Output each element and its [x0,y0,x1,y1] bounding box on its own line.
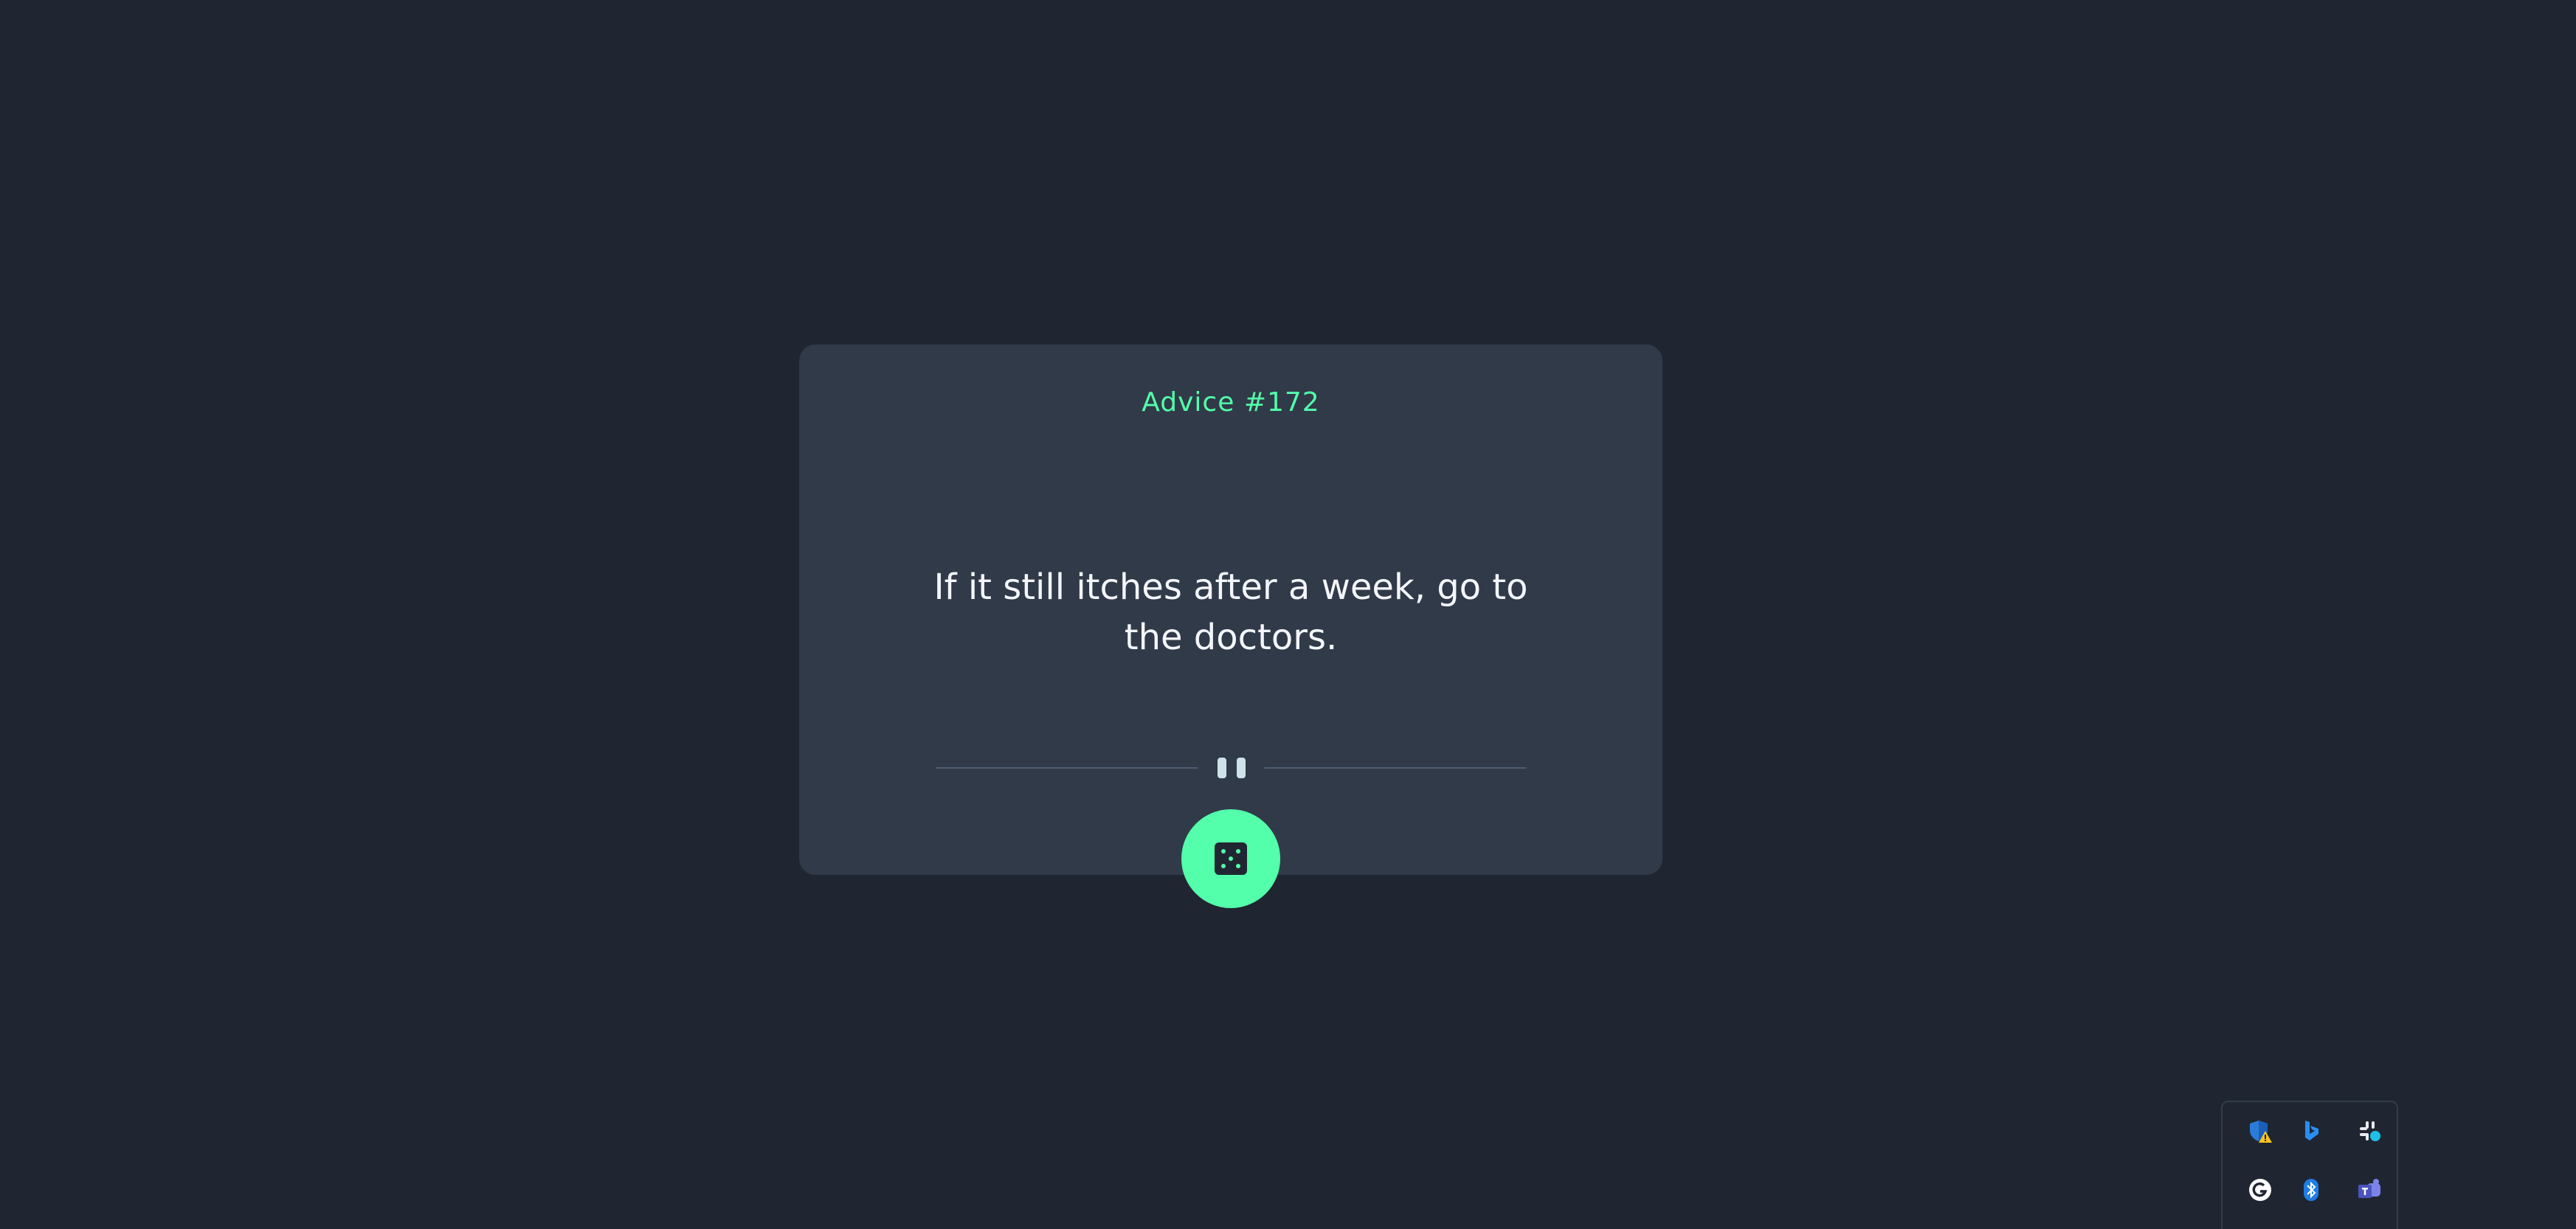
dice-icon [1215,842,1247,875]
slack-icon[interactable] [2357,1118,2382,1143]
divider-line-right [1264,767,1526,769]
bluetooth-icon[interactable] [2299,1177,2324,1202]
advice-card: Advice #172 If it still itches after a w… [799,345,1662,875]
advice-quote: If it still itches after a week, go to t… [933,567,1528,658]
bing-icon[interactable] [2299,1118,2324,1143]
advice-id: Advice #172 [1142,387,1320,418]
grammarly-icon[interactable] [2248,1177,2273,1202]
divider-line-left [936,767,1198,769]
pause-icon [1218,758,1246,778]
advice-page: Advice #172 If it still itches after a w… [0,0,2576,1229]
security-warning-icon[interactable] [2248,1118,2273,1143]
teams-icon[interactable] [2357,1177,2382,1202]
generate-advice-button[interactable] [1181,809,1280,908]
system-tray-popup [2221,1101,2398,1229]
pattern-divider [936,758,1526,778]
